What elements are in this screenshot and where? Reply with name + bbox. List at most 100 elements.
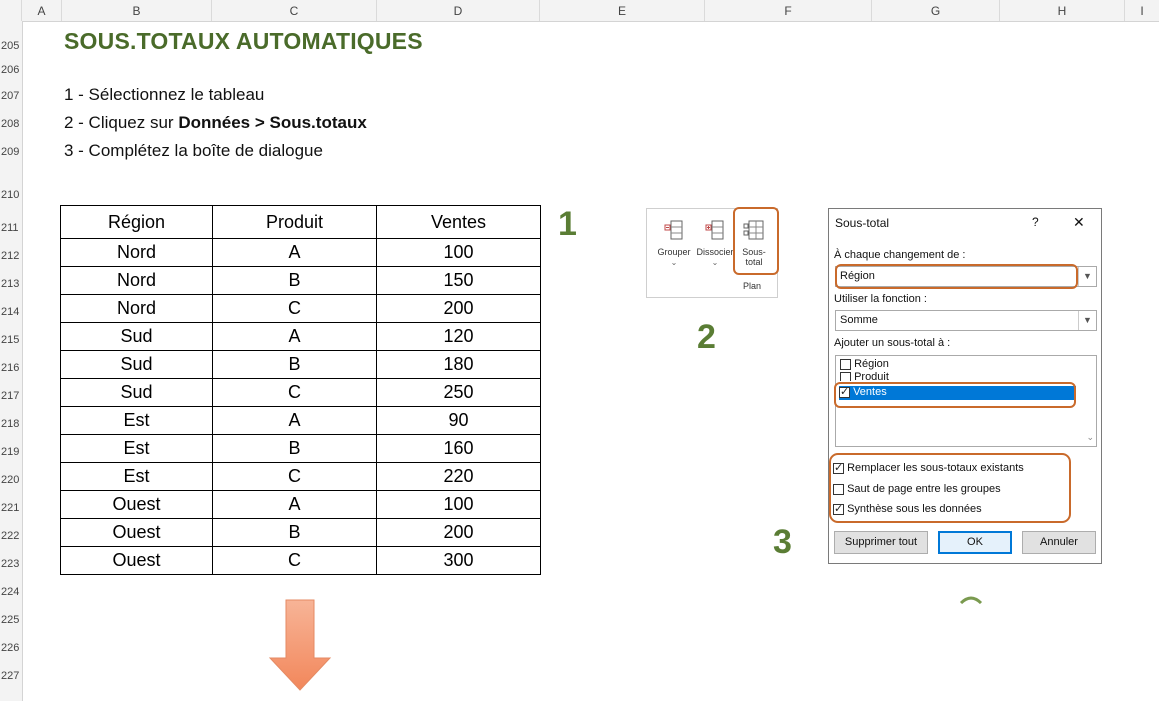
cell-produit[interactable]: B [212,434,377,463]
chevron-down-icon[interactable]: ▼ [1078,311,1096,330]
table-row: Sud A 120 [60,322,541,351]
list-item[interactable]: Produit [840,371,889,381]
cell-produit[interactable]: A [212,406,377,435]
cell-produit[interactable]: A [212,490,377,519]
row-header[interactable]: 222 [0,530,23,542]
cell-ventes[interactable]: 200 [376,518,541,547]
step-2-text: 2 - Cliquez sur [64,113,179,132]
row-header[interactable]: 214 [0,306,23,318]
select-all-corner[interactable] [0,0,22,21]
row-header[interactable]: 215 [0,334,23,346]
header-region[interactable]: Région [60,205,213,239]
row-header[interactable]: 227 [0,670,23,682]
cell-produit[interactable]: C [212,546,377,575]
group-label: Grouper [657,247,691,257]
cell-ventes[interactable]: 250 [376,378,541,407]
close-icon[interactable]: ✕ [1073,214,1085,231]
cell-region[interactable]: Sud [60,350,213,379]
cancel-button[interactable]: Annuler [1022,531,1096,554]
add-subtotal-label: Ajouter un sous-total à : [834,337,951,349]
row-header[interactable]: 206 [0,64,23,76]
row-header[interactable]: 220 [0,474,23,486]
cell-ventes[interactable]: 160 [376,434,541,463]
row-header[interactable]: 219 [0,446,23,458]
cell-produit[interactable]: B [212,350,377,379]
ribbon-group-label: Plan [743,281,762,291]
cell-produit[interactable]: A [212,322,377,351]
column-header-h[interactable]: H [1000,0,1125,21]
column-header-g[interactable]: G [872,0,1000,21]
cell-produit[interactable]: B [212,518,377,547]
row-header[interactable]: 221 [0,502,23,514]
cell-region[interactable]: Sud [60,378,213,407]
cell-region[interactable]: Ouest [60,518,213,547]
column-header-d[interactable]: D [377,0,540,21]
cell-ventes[interactable]: 180 [376,350,541,379]
cell-region[interactable]: Ouest [60,490,213,519]
column-header-c[interactable]: C [212,0,377,21]
subtotal-dialog: Sous-total ? ✕ À chaque changement de : … [828,208,1102,564]
list-item-label: Produit [854,371,889,381]
list-item[interactable]: Région [840,358,889,370]
group-button[interactable]: Grouper ⌄ [654,219,694,267]
row-header-bar: 205 206 207 208 209 210 211 212 213 214 … [0,21,23,701]
cell-ventes[interactable]: 100 [376,490,541,519]
row-header[interactable]: 208 [0,118,23,130]
header-produit[interactable]: Produit [212,205,377,239]
help-button[interactable]: ? [1032,215,1039,229]
row-header[interactable]: 216 [0,362,23,374]
function-select[interactable]: Somme ▼ [835,310,1097,331]
row-header[interactable]: 226 [0,642,23,654]
chevron-down-icon[interactable]: ▼ [1078,267,1096,286]
column-header-e[interactable]: E [540,0,705,21]
change-highlight [835,264,1078,289]
row-header[interactable]: 209 [0,146,23,158]
column-header-a[interactable]: A [22,0,62,21]
row-header[interactable]: 212 [0,250,23,262]
ok-button[interactable]: OK [938,531,1012,554]
ungroup-button[interactable]: Dissocier ⌄ [695,219,735,267]
cell-produit[interactable]: C [212,462,377,491]
step-1: 1 - Sélectionnez le tableau [64,85,265,104]
row-header[interactable]: 223 [0,558,23,570]
cell-ventes[interactable]: 200 [376,294,541,323]
cell-ventes[interactable]: 100 [376,238,541,267]
row-header[interactable]: 225 [0,614,23,626]
row-header[interactable]: 205 [0,40,23,52]
cell-ventes[interactable]: 90 [376,406,541,435]
cell-region[interactable]: Nord [60,294,213,323]
cell-region[interactable]: Est [60,434,213,463]
header-ventes[interactable]: Ventes [376,205,541,239]
cell-ventes[interactable]: 120 [376,322,541,351]
row-header[interactable]: 211 [0,222,23,234]
cell-ventes[interactable]: 150 [376,266,541,295]
row-header[interactable]: 224 [0,586,23,598]
region-checkbox[interactable] [840,358,851,370]
row-header[interactable]: 210 [0,189,23,201]
cell-region[interactable]: Nord [60,266,213,295]
row-header[interactable]: 207 [0,90,23,102]
cell-produit[interactable]: A [212,238,377,267]
cell-ventes[interactable]: 300 [376,546,541,575]
cell-region[interactable]: Est [60,406,213,435]
column-header-i[interactable]: I [1125,0,1159,21]
ungroup-icon [705,220,724,240]
row-header[interactable]: 218 [0,418,23,430]
row-header[interactable]: 217 [0,390,23,402]
cell-region[interactable]: Sud [60,322,213,351]
cell-region[interactable]: Ouest [60,546,213,575]
subtotal-highlight [733,207,779,275]
cell-produit[interactable]: B [212,266,377,295]
sales-table[interactable]: Région Produit Ventes Nord A 100 Nord B 150 … [60,205,541,575]
cell-produit[interactable]: C [212,294,377,323]
cell-region[interactable]: Nord [60,238,213,267]
row-header[interactable]: 213 [0,278,23,290]
produit-checkbox[interactable] [840,371,851,381]
cell-region[interactable]: Est [60,462,213,491]
scroll-down-icon[interactable]: ⌄ [1086,432,1094,443]
cell-produit[interactable]: C [212,378,377,407]
remove-all-button[interactable]: Supprimer tout [834,531,928,554]
column-header-b[interactable]: B [62,0,212,21]
column-header-f[interactable]: F [705,0,872,21]
cell-ventes[interactable]: 220 [376,462,541,491]
